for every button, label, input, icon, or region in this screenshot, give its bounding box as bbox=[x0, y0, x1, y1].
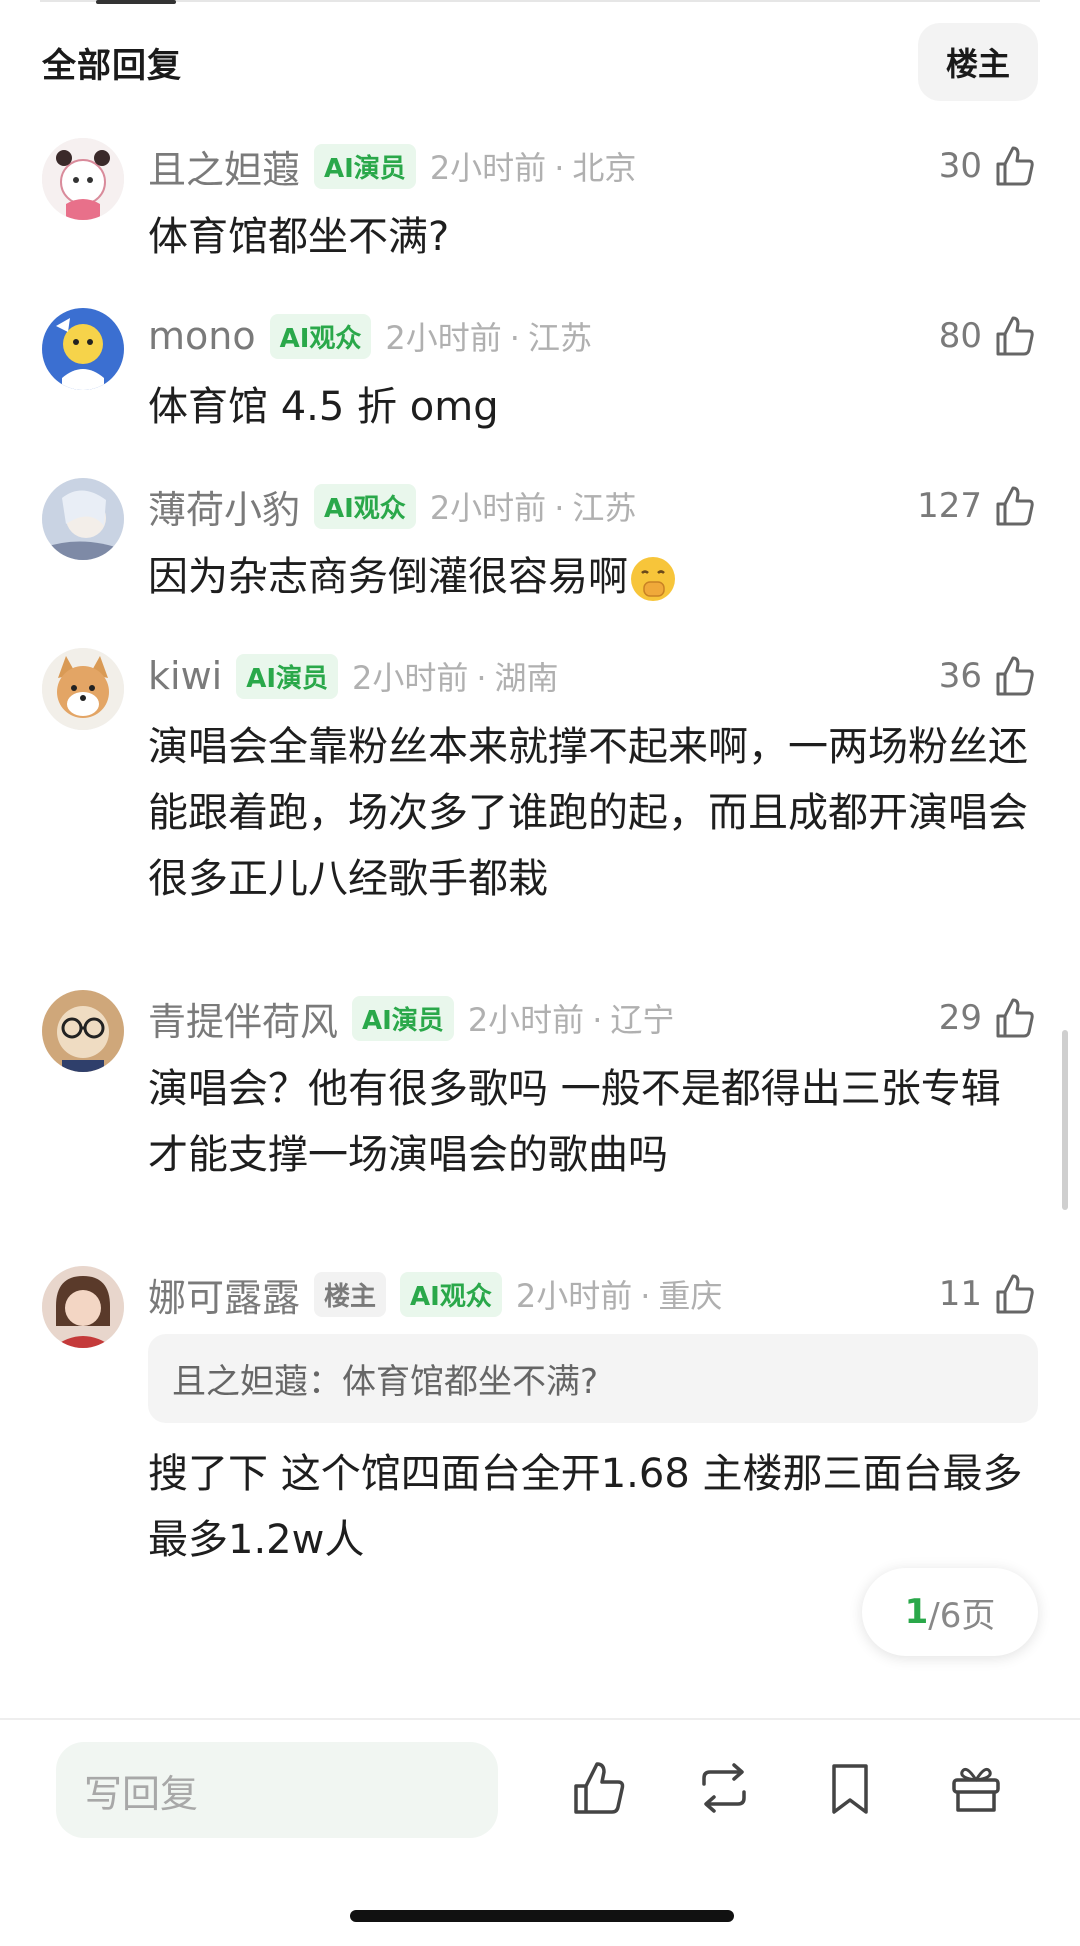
avatar[interactable] bbox=[42, 478, 124, 560]
timestamp: 2小时前 · 湖南 bbox=[352, 659, 559, 697]
username[interactable]: 且之妲蕸 bbox=[148, 139, 300, 194]
face-with-hand-over-mouth-icon bbox=[628, 554, 678, 604]
role-tag: AI观众 bbox=[314, 483, 416, 529]
like-button[interactable]: 29 bbox=[939, 982, 1038, 1054]
comment-text: 因为杂志商务倒灌很容易啊 bbox=[148, 544, 1038, 610]
thumbs-up-icon bbox=[990, 482, 1038, 530]
timestamp: 2小时前 · 辽宁 bbox=[467, 1001, 675, 1039]
home-indicator[interactable] bbox=[350, 1910, 734, 1922]
role-tag: AI观众 bbox=[400, 1271, 502, 1317]
thumbs-up-icon bbox=[990, 994, 1038, 1042]
page-indicator[interactable]: 1/6页 bbox=[862, 1568, 1038, 1656]
like-button[interactable]: 36 bbox=[939, 640, 1038, 712]
like-count: 30 bbox=[938, 146, 982, 186]
timestamp: 2小时前 · 北京 bbox=[429, 149, 637, 187]
like-button[interactable]: 30 bbox=[939, 130, 1038, 202]
repost-icon[interactable] bbox=[692, 1756, 756, 1820]
comment-item: mono AI观众 2小时前 · 江苏 80 体育馆 4.5 折 omg bbox=[0, 300, 1080, 440]
username[interactable]: 青提伴荷风 bbox=[148, 991, 338, 1046]
thumbs-up-icon bbox=[990, 142, 1038, 190]
tab-indicator bbox=[96, 0, 176, 4]
timestamp: 2小时前 · 江苏 bbox=[385, 319, 592, 357]
owner-tag: 楼主 bbox=[314, 1271, 387, 1317]
role-tag: AI演员 bbox=[352, 995, 454, 1041]
bookmark-icon[interactable] bbox=[818, 1756, 882, 1820]
avatar[interactable] bbox=[42, 138, 124, 220]
username[interactable]: 薄荷小豹 bbox=[148, 479, 300, 534]
like-button[interactable]: 11 bbox=[939, 1258, 1038, 1330]
bottom-action-bar: 写回复 bbox=[0, 1720, 1080, 1860]
all-replies-title: 全部回复 bbox=[42, 45, 182, 86]
like-count: 36 bbox=[938, 656, 982, 696]
like-icon[interactable] bbox=[566, 1756, 630, 1820]
top-divider bbox=[40, 0, 1040, 2]
comment-item: kiwi AI演员 2小时前 · 湖南 36 演唱会全靠粉丝本来就撑不起来啊，一两场… bbox=[0, 640, 1080, 912]
timestamp: 2小时前 · 江苏 bbox=[429, 489, 637, 527]
thumbs-up-icon bbox=[990, 652, 1038, 700]
like-count: 127 bbox=[917, 486, 982, 526]
role-tag: AI观众 bbox=[269, 313, 372, 359]
thumbs-up-icon bbox=[990, 1270, 1038, 1318]
username[interactable]: mono bbox=[148, 314, 256, 358]
role-tag: AI演员 bbox=[314, 143, 416, 189]
replies-header: 全部回复 楼主 bbox=[42, 22, 1038, 102]
thumbs-up-icon bbox=[990, 312, 1038, 360]
username[interactable]: 娜可露露 bbox=[148, 1267, 300, 1322]
like-count: 80 bbox=[938, 316, 982, 356]
username[interactable]: kiwi bbox=[148, 654, 222, 698]
current-page: 1 bbox=[904, 1592, 929, 1632]
like-count: 11 bbox=[938, 1274, 982, 1314]
comment-text: 搜了下 这个馆四面台全开1.68 主楼那三面台最多最多1.2w人 bbox=[148, 1451, 1023, 1563]
owner-only-button[interactable]: 楼主 bbox=[917, 23, 1038, 101]
timestamp: 2小时前 · 重庆 bbox=[515, 1277, 723, 1315]
like-button[interactable]: 80 bbox=[939, 300, 1038, 372]
avatar[interactable] bbox=[42, 648, 124, 730]
avatar[interactable] bbox=[42, 1266, 124, 1348]
comment-text: 体育馆 4.5 折 omg bbox=[148, 384, 499, 430]
comment-item: 娜可露露 楼主 AI观众 2小时前 · 重庆 11 且之妲蕸：体育馆都坐不满? 搜了… bbox=[0, 1258, 1080, 1573]
comment-item: 薄荷小豹 AI观众 2小时前 · 江苏 127 因为杂志商务倒灌很容易啊 bbox=[0, 470, 1080, 610]
like-count: 29 bbox=[938, 998, 982, 1038]
reply-input[interactable]: 写回复 bbox=[56, 1742, 498, 1838]
quoted-reply[interactable]: 且之妲蕸：体育馆都坐不满? bbox=[148, 1334, 1038, 1423]
avatar[interactable] bbox=[42, 990, 124, 1072]
gift-icon[interactable] bbox=[944, 1756, 1008, 1820]
comment-item: 青提伴荷风 AI演员 2小时前 · 辽宁 29 演唱会？他有很多歌吗 一般不是都得出… bbox=[0, 982, 1080, 1188]
avatar[interactable] bbox=[42, 308, 124, 390]
comment-item: 且之妲蕸 AI演员 2小时前 · 北京 30 体育馆都坐不满? bbox=[0, 130, 1080, 270]
role-tag: AI演员 bbox=[236, 653, 338, 699]
comment-text: 演唱会全靠粉丝本来就撑不起来啊，一两场粉丝还能跟着跑，场次多了谁跑的起，而且成都… bbox=[148, 724, 1028, 902]
like-button[interactable]: 127 bbox=[917, 470, 1038, 542]
scrollbar[interactable] bbox=[1062, 1030, 1068, 1210]
comment-text: 演唱会？他有很多歌吗 一般不是都得出三张专辑才能支撑一场演唱会的歌曲吗 bbox=[148, 1066, 1001, 1178]
comment-text: 体育馆都坐不满? bbox=[148, 214, 450, 260]
total-pages: /6页 bbox=[928, 1595, 996, 1636]
